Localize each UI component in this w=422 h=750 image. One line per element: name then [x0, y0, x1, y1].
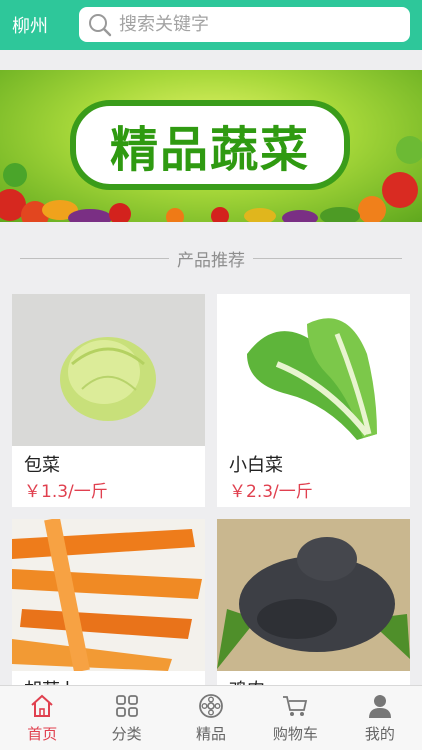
- divider-left: [20, 257, 169, 259]
- premium-icon: [199, 694, 223, 718]
- top-bar: 柳州: [0, 0, 422, 50]
- search-input[interactable]: [119, 14, 399, 35]
- banner-title-badge: 精品蔬菜: [70, 100, 350, 190]
- section-title: 产品推荐: [177, 250, 245, 271]
- product-name: 鸡肉: [229, 676, 265, 685]
- banner-title: 精品蔬菜: [109, 122, 310, 178]
- product-name: 小白菜: [229, 455, 283, 476]
- section-header: 产品推荐: [20, 245, 402, 271]
- bottom-tab-bar: 首页 分类 精品 购物车 我的: [0, 685, 422, 750]
- tab-cart[interactable]: 购物车: [253, 686, 337, 750]
- tab-label: 购物车: [272, 725, 318, 743]
- tab-label: 精品: [196, 725, 227, 743]
- city-selector[interactable]: 柳州: [0, 12, 78, 38]
- divider-right: [253, 257, 402, 259]
- tab-home[interactable]: 首页: [0, 686, 84, 750]
- product-image-cabbage: [12, 294, 205, 446]
- product-image-bok-choy: [217, 294, 410, 446]
- tab-label: 我的: [364, 725, 395, 743]
- product-image-chicken: [217, 519, 410, 671]
- product-card[interactable]: 包菜 ￥1.3/一斤: [12, 294, 205, 507]
- tab-premium[interactable]: 精品: [169, 686, 253, 750]
- grid-icon: [115, 695, 138, 717]
- promo-banner[interactable]: 精品蔬菜: [0, 70, 422, 222]
- product-image-carrot: [12, 519, 205, 671]
- tab-category[interactable]: 分类: [84, 686, 168, 750]
- tab-label: 首页: [27, 725, 58, 743]
- product-name: 包菜: [24, 455, 60, 476]
- tab-label: 分类: [111, 725, 142, 743]
- product-card[interactable]: 鸡肉: [217, 519, 410, 685]
- cart-icon: [283, 696, 308, 716]
- product-price: ￥1.3/一斤: [24, 482, 108, 502]
- product-price: ￥2.3/一斤: [229, 482, 313, 502]
- user-icon: [368, 695, 391, 718]
- search-icon: [89, 13, 112, 36]
- product-card[interactable]: 小白菜 ￥2.3/一斤: [217, 294, 410, 507]
- home-icon: [31, 694, 53, 717]
- product-card[interactable]: 胡萝卜: [12, 519, 205, 685]
- product-name: 胡萝卜: [24, 676, 78, 685]
- tab-mine[interactable]: 我的: [338, 686, 422, 750]
- search-box[interactable]: [79, 7, 410, 42]
